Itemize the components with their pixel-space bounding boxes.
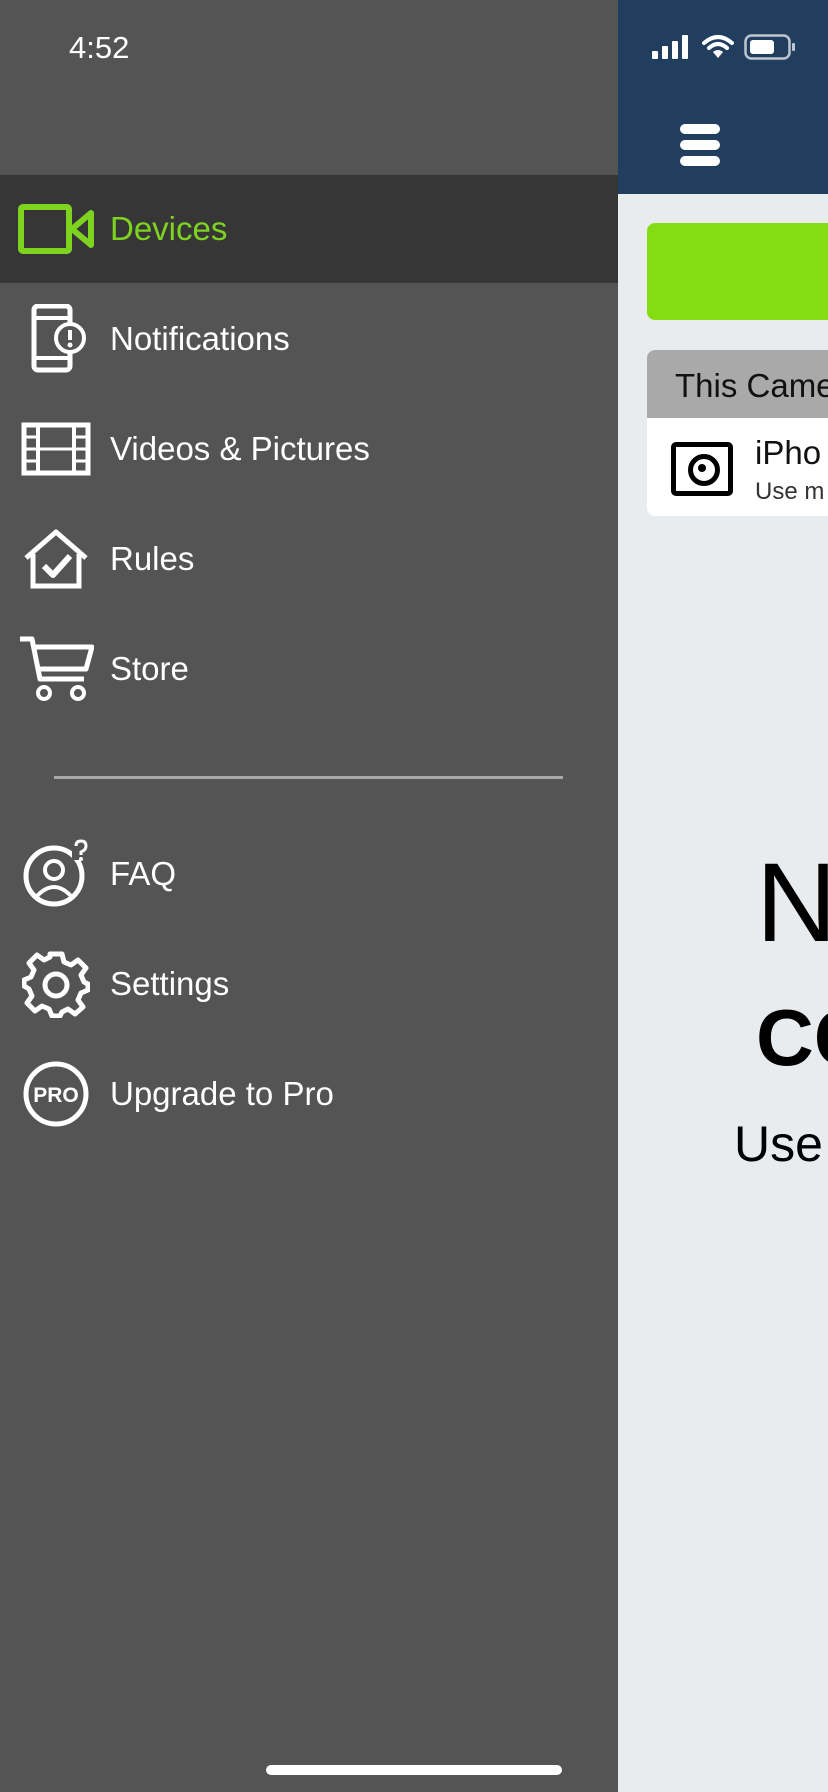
pro-badge-icon: PRO bbox=[16, 1054, 96, 1134]
pro-badge-text: PRO bbox=[33, 1084, 79, 1107]
film-strip-icon bbox=[16, 409, 96, 489]
menu-label: Notifications bbox=[110, 320, 290, 357]
battery-icon bbox=[744, 34, 795, 60]
wifi-icon bbox=[702, 35, 734, 58]
gear-icon bbox=[16, 944, 96, 1024]
empty-state-subheading: CC bbox=[756, 993, 828, 1082]
cellular-signal-icon bbox=[652, 35, 688, 59]
hamburger-menu-icon[interactable] bbox=[680, 124, 720, 166]
menu-item-notifications[interactable]: Notifications bbox=[0, 285, 618, 393]
cart-icon bbox=[16, 629, 96, 709]
menu-label: Videos & Pictures bbox=[110, 430, 370, 467]
menu-label: Rules bbox=[110, 540, 195, 577]
menu-item-videos-pictures[interactable]: Videos & Pictures bbox=[0, 395, 618, 503]
this-camera-card[interactable]: This Came iPho Use m bbox=[647, 350, 828, 516]
camera-description: Use m bbox=[755, 478, 825, 505]
menu-label: Upgrade to Pro bbox=[110, 1075, 334, 1112]
user-question-icon bbox=[16, 834, 96, 914]
house-check-icon bbox=[16, 519, 96, 599]
menu-label: Devices bbox=[110, 210, 228, 247]
menu-item-upgrade-pro[interactable]: PRO Upgrade to Pro bbox=[0, 1040, 618, 1148]
empty-state-heading: N bbox=[756, 840, 828, 965]
card-header: This Came bbox=[647, 350, 828, 418]
menu-item-settings[interactable]: Settings bbox=[0, 930, 618, 1038]
status-icons bbox=[652, 34, 796, 60]
camera-device-icon bbox=[671, 442, 733, 496]
camera-name: iPho bbox=[755, 434, 822, 471]
menu-label: FAQ bbox=[110, 855, 177, 892]
status-time: 4:52 bbox=[69, 30, 130, 65]
empty-state-text: Use bbox=[734, 1116, 823, 1172]
app-content: This Came iPho Use m N CC Use bbox=[618, 0, 828, 1792]
menu-item-rules[interactable]: Rules bbox=[0, 505, 618, 613]
menu-label: Store bbox=[110, 650, 189, 687]
phone-alert-icon bbox=[16, 299, 96, 379]
menu-item-devices[interactable]: Devices bbox=[0, 175, 618, 283]
menu-divider bbox=[54, 776, 563, 779]
menu-item-store[interactable]: Store bbox=[0, 615, 618, 723]
navigation-drawer: 4:52 Devices Notifications Videos & Pict… bbox=[0, 0, 618, 1792]
menu-item-faq[interactable]: FAQ bbox=[0, 820, 618, 928]
add-device-button[interactable] bbox=[647, 223, 828, 320]
app-header bbox=[618, 0, 828, 194]
home-indicator bbox=[266, 1765, 562, 1775]
video-camera-icon bbox=[16, 189, 96, 269]
menu-label: Settings bbox=[110, 965, 230, 1002]
